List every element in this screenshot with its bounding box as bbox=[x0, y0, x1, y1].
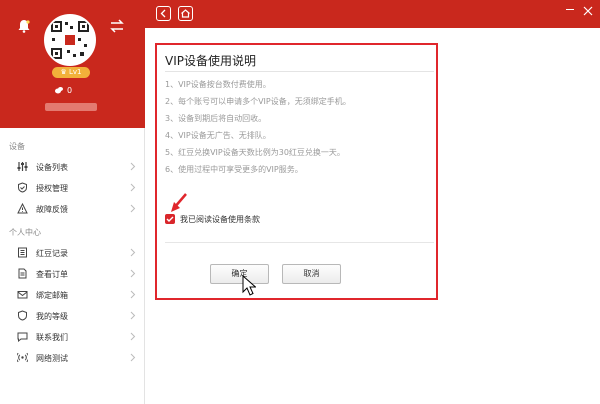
mouse-cursor-icon bbox=[242, 275, 256, 296]
chevron-right-icon bbox=[130, 248, 136, 257]
sidebar-item-contact[interactable]: 联系我们 bbox=[0, 326, 145, 347]
level-text: Lv1 bbox=[69, 68, 82, 76]
sidebar-item-label: 绑定邮箱 bbox=[36, 291, 68, 300]
rule-item: 3、设备到期后将自动回收。 bbox=[165, 114, 267, 123]
rule-item: 1、VIP设备按台数付费使用。 bbox=[165, 80, 271, 89]
sidebar-item-label: 设备列表 bbox=[36, 163, 68, 172]
mail-icon bbox=[17, 291, 28, 299]
agree-label: 我已阅读设备使用条款 bbox=[180, 214, 260, 224]
sidebar-item-orders[interactable]: 查看订单 bbox=[0, 263, 145, 284]
home-icon bbox=[181, 9, 190, 18]
chevron-right-icon bbox=[130, 290, 136, 299]
signal-icon bbox=[17, 352, 28, 363]
rule-item: 5、红豆兑换VIP设备天数比例为30红豆兑换一天。 bbox=[165, 148, 345, 157]
close-icon[interactable] bbox=[582, 5, 594, 17]
sidebar-item-label: 故障反馈 bbox=[36, 205, 68, 214]
sidebar-item-feedback[interactable]: 故障反馈 bbox=[0, 198, 145, 219]
sidebar: ♛ Lv1 0 设备 设备列表 授权管理 故障反馈 个人中心 红豆记录 查看订单 bbox=[0, 0, 145, 404]
profile-header: ♛ Lv1 0 bbox=[0, 0, 145, 128]
chevron-right-icon bbox=[130, 162, 136, 171]
sidebar-item-network-test[interactable]: 网络测试 bbox=[0, 347, 145, 368]
title-bar bbox=[145, 0, 600, 28]
switch-account-icon[interactable] bbox=[109, 18, 125, 34]
shield-icon bbox=[18, 310, 27, 321]
shield-check-icon bbox=[18, 182, 27, 193]
sidebar-item-label: 网络测试 bbox=[36, 354, 68, 363]
section-label-personal: 个人中心 bbox=[9, 228, 41, 237]
dialog-title: VIP设备使用说明 bbox=[165, 54, 256, 68]
coin-count: 0 bbox=[67, 85, 73, 95]
home-button[interactable] bbox=[178, 6, 193, 21]
crown-icon: ♛ bbox=[60, 68, 67, 76]
chevron-left-icon bbox=[160, 9, 166, 18]
document-icon bbox=[18, 268, 27, 279]
title-divider bbox=[165, 71, 434, 72]
main-content: VIP设备使用说明 1、VIP设备按台数付费使用。 2、每个账号可以申请多个VI… bbox=[145, 28, 600, 404]
confirm-button[interactable]: 确定 bbox=[210, 264, 269, 284]
chevron-right-icon bbox=[130, 332, 136, 341]
red-bean-icon bbox=[55, 87, 63, 94]
qr-code-icon bbox=[46, 16, 94, 64]
avatar[interactable] bbox=[44, 14, 96, 66]
sidebar-item-device-list[interactable]: 设备列表 bbox=[0, 156, 145, 177]
sidebar-item-authorization[interactable]: 授权管理 bbox=[0, 177, 145, 198]
coin-balance: 0 bbox=[54, 84, 72, 96]
vip-terms-dialog: VIP设备使用说明 1、VIP设备按台数付费使用。 2、每个账号可以申请多个VI… bbox=[155, 43, 438, 300]
chevron-right-icon bbox=[130, 183, 136, 192]
section-divider bbox=[165, 242, 434, 243]
sliders-icon bbox=[17, 162, 28, 171]
warning-icon bbox=[17, 203, 28, 214]
sidebar-item-label: 红豆记录 bbox=[36, 249, 68, 258]
sidebar-item-label: 我的等级 bbox=[36, 312, 68, 321]
cancel-button[interactable]: 取消 bbox=[282, 264, 341, 284]
section-label-devices: 设备 bbox=[9, 142, 25, 151]
sidebar-item-my-level[interactable]: 我的等级 bbox=[0, 305, 145, 326]
chevron-right-icon bbox=[130, 353, 136, 362]
minimize-button[interactable] bbox=[566, 9, 574, 10]
chevron-right-icon bbox=[130, 311, 136, 320]
sidebar-item-label: 查看订单 bbox=[36, 270, 68, 279]
red-arrow-annotation-icon bbox=[171, 193, 187, 212]
rule-item: 4、VIP设备无广告、无排队。 bbox=[165, 131, 271, 140]
level-badge: ♛ Lv1 bbox=[52, 67, 90, 78]
sidebar-item-bean-records[interactable]: 红豆记录 bbox=[0, 242, 145, 263]
agree-terms-row[interactable]: 我已阅读设备使用条款 bbox=[165, 213, 260, 225]
rule-item: 6、使用过程中可享受更多的VIP服务。 bbox=[165, 165, 303, 174]
rule-item: 2、每个账号可以申请多个VIP设备，无须绑定手机。 bbox=[165, 97, 351, 106]
checkmark-icon bbox=[166, 216, 174, 222]
rules-list: 1、VIP设备按台数付费使用。 2、每个账号可以申请多个VIP设备，无须绑定手机… bbox=[165, 79, 351, 181]
sidebar-item-label: 授权管理 bbox=[36, 184, 68, 193]
sidebar-item-label: 联系我们 bbox=[36, 333, 68, 342]
agree-checkbox[interactable] bbox=[165, 214, 175, 224]
list-icon bbox=[18, 247, 27, 258]
chat-icon bbox=[17, 332, 28, 342]
back-button[interactable] bbox=[156, 6, 171, 21]
chevron-right-icon bbox=[130, 204, 136, 213]
bell-icon[interactable] bbox=[16, 18, 32, 34]
username-blurred bbox=[45, 103, 97, 111]
chevron-right-icon bbox=[130, 269, 136, 278]
sidebar-item-bind-email[interactable]: 绑定邮箱 bbox=[0, 284, 145, 305]
